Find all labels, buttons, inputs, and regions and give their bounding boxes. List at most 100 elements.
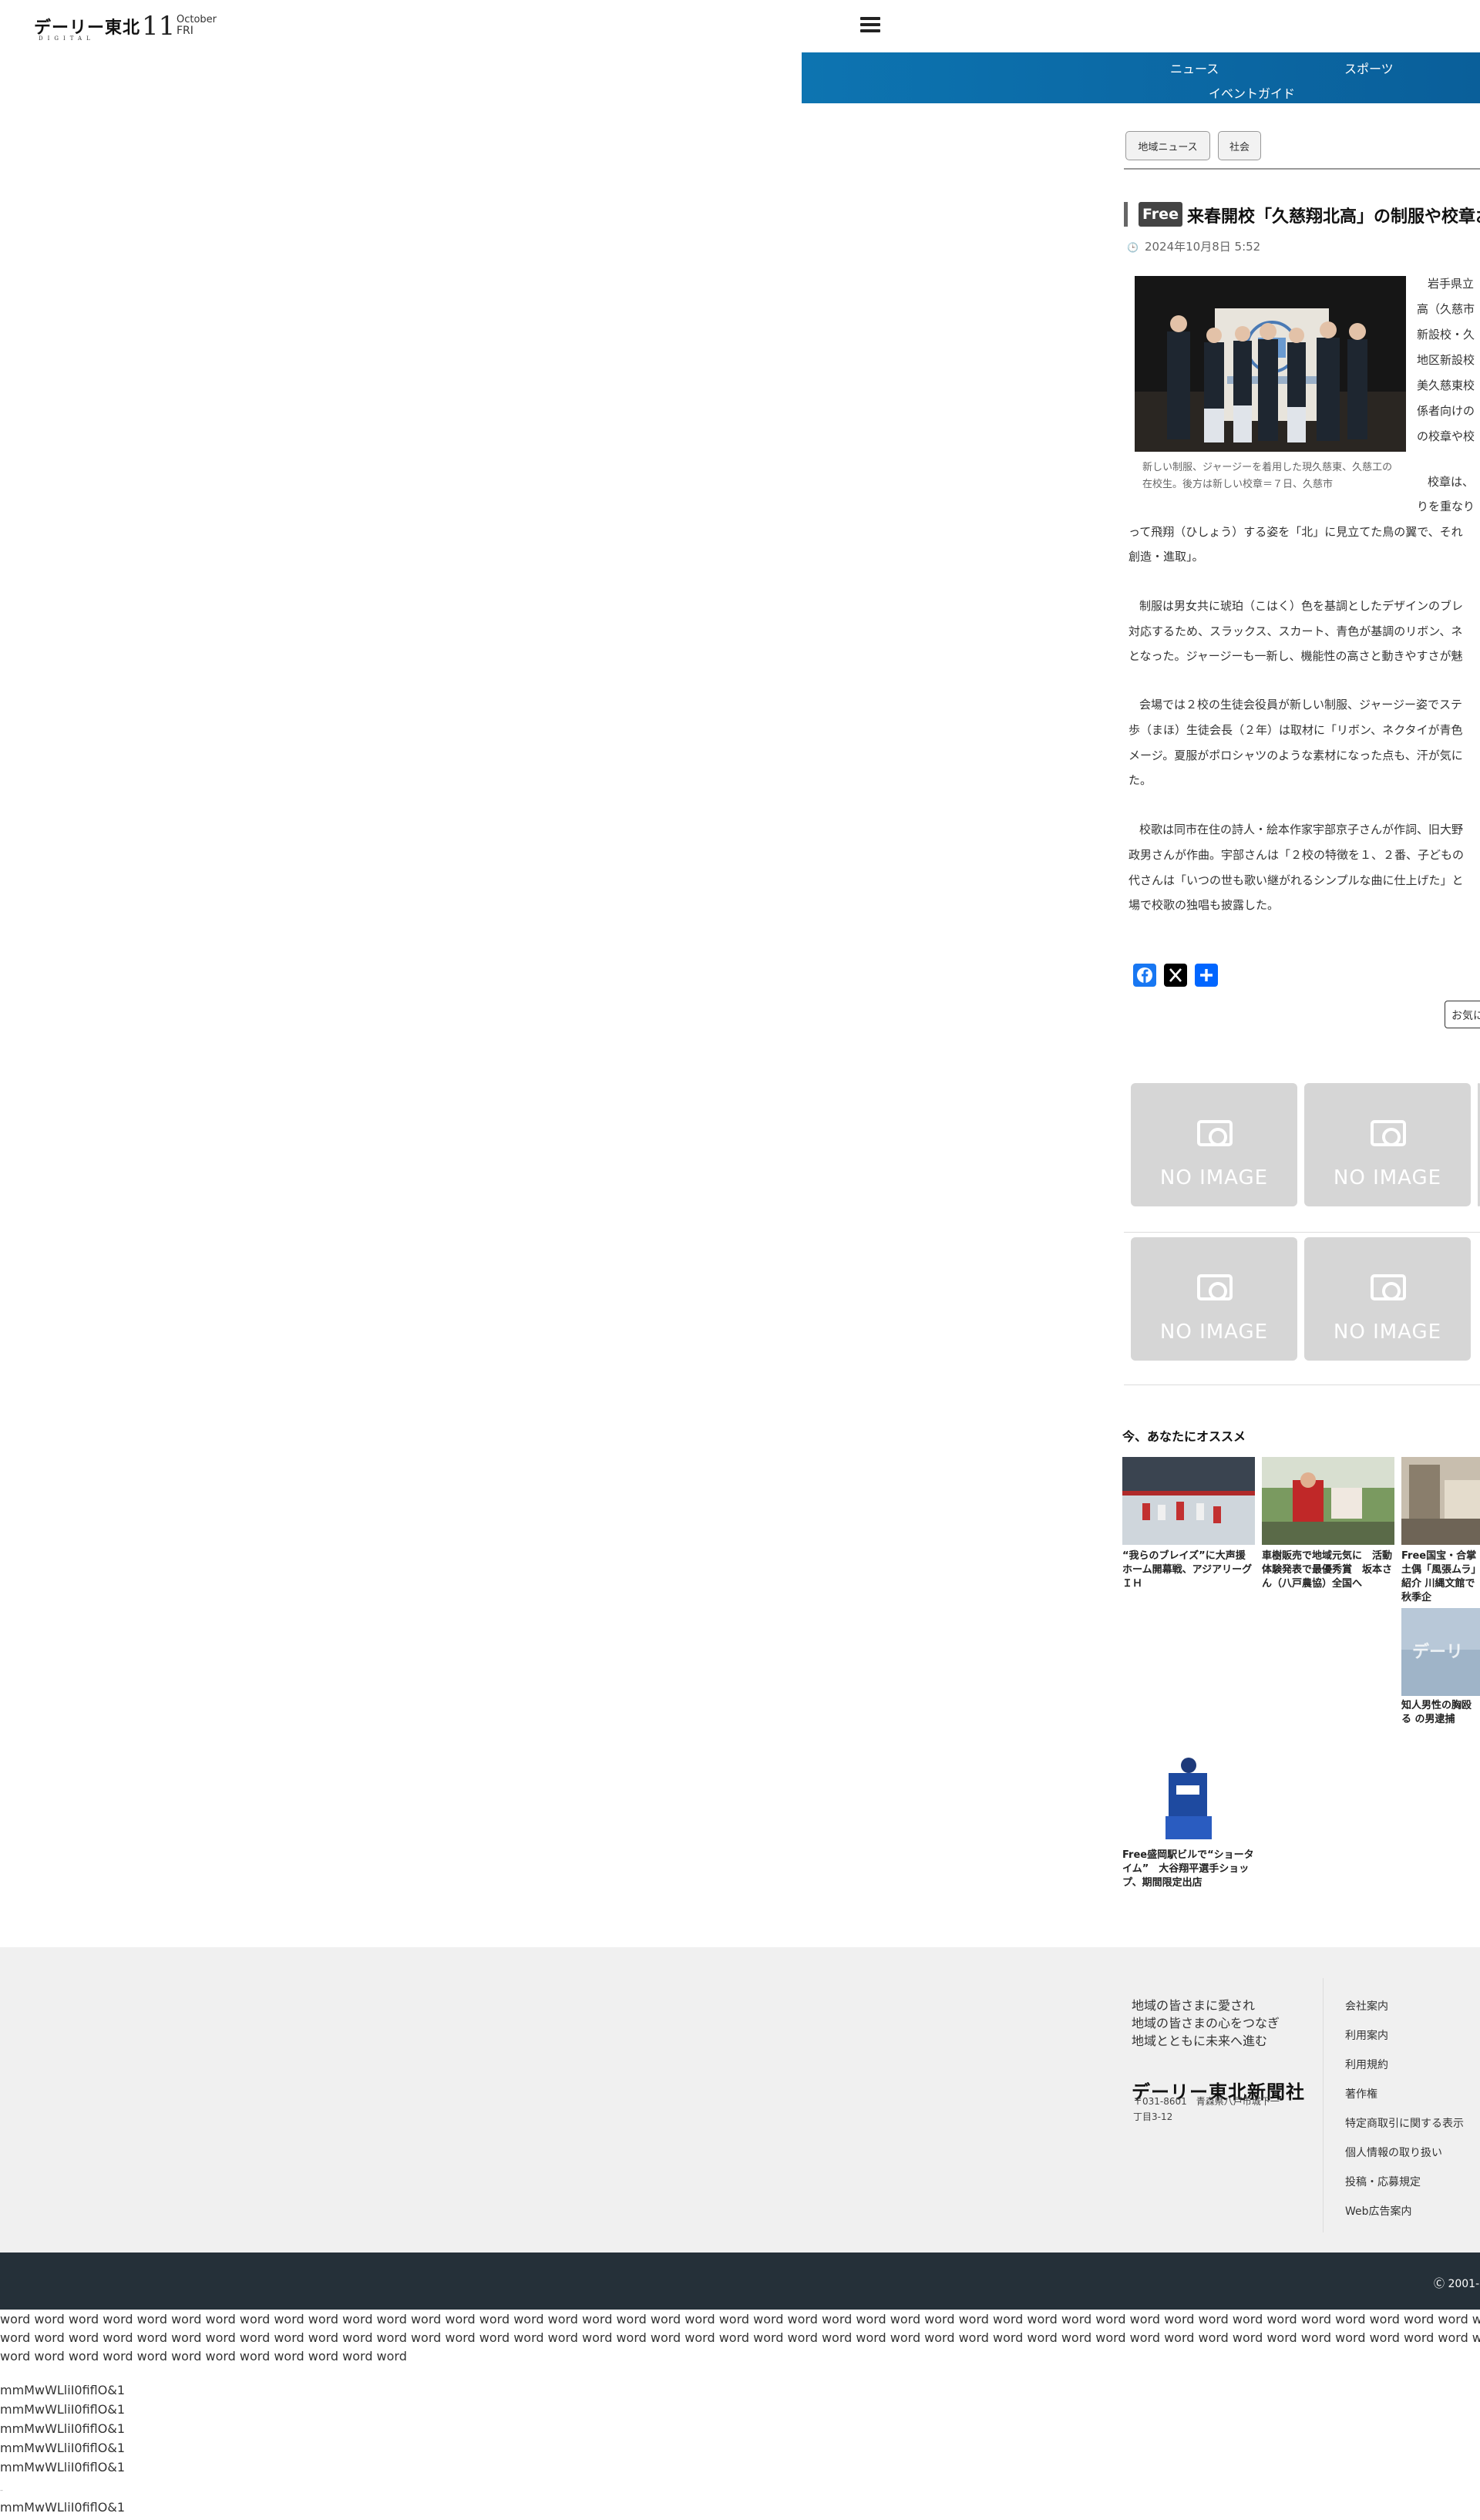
body-line: 対応するため、スラックス、スカート、青色が基調のリボン、ネ	[1128, 624, 1463, 638]
title-accent-bar	[1124, 202, 1128, 227]
body-line: って飛翔（ひしょう）する姿を「北」に見立てた鳥の翼で、それ	[1128, 525, 1463, 539]
small-dash: –	[0, 2487, 3, 2494]
body-line: 岩手県立	[1428, 277, 1475, 291]
nav-item-event-guide[interactable]: イベントガイド	[1209, 83, 1295, 102]
body-line: た。	[1128, 773, 1152, 787]
related-article-card[interactable]: NO IMAGE	[1131, 1083, 1297, 1206]
category-pill-society[interactable]: 社会	[1218, 131, 1261, 160]
body-line: 創造・進取」。	[1128, 550, 1204, 564]
word-line: word word word word word word word word …	[0, 2312, 1480, 2327]
footer-link-privacy[interactable]: 個人情報の取り扱い	[1345, 2145, 1442, 2160]
divider	[1124, 1232, 1480, 1233]
recommend-thumbnail[interactable]	[1401, 1457, 1480, 1545]
glyph-test-line: mmMwWLliI0fiflO&1	[0, 2383, 125, 2397]
no-image-label: NO IMAGE	[1159, 1321, 1269, 1344]
footer-divider	[1323, 1978, 1324, 2232]
body-line: の校章や校	[1417, 429, 1475, 443]
word-line: word word word word word word word word …	[0, 2349, 407, 2364]
body-line: 美久慈東校	[1417, 379, 1475, 392]
recommend-caption[interactable]: “我らのブレイズ”に大声援 ホーム開幕戦、アジアリーグＩＨ	[1122, 1549, 1256, 1591]
body-line: 校章は、	[1428, 475, 1475, 489]
footer-link-guide[interactable]: 利用案内	[1345, 2027, 1388, 2043]
photo-illustration	[1135, 276, 1406, 452]
address-line: 〒031-8601 青森県八戸市城下一	[1133, 2096, 1280, 2107]
related-article-card[interactable]: NO IMAGE	[1304, 1083, 1471, 1206]
body-line: 高（久慈市	[1417, 302, 1475, 316]
footer-tagline: 地域の皆さまの心をつなぎ	[1132, 2016, 1280, 2030]
nav-item-sports[interactable]: スポーツ	[1344, 59, 1394, 77]
recommend-thumbnail[interactable]	[1122, 1457, 1255, 1545]
body-line: りを重なり	[1417, 500, 1475, 513]
footer-link-commerce[interactable]: 特定商取引に関する表示	[1345, 2115, 1464, 2131]
copyright-text: Ⓒ 2001-2	[1434, 2278, 1480, 2290]
body-line: 場で校歌の独唱も披露した。	[1128, 898, 1280, 912]
recommend-thumbnail[interactable]	[1122, 1755, 1255, 1842]
svg-text:デーリ: デーリ	[1412, 1642, 1463, 1662]
body-line: 制服は男女共に琥珀（こはく）色を基調としたデザインのブレ	[1139, 599, 1464, 613]
nav-item-news[interactable]: ニュース	[1170, 59, 1219, 77]
date-weekday: FRI	[177, 25, 193, 37]
favorite-button[interactable]: お気に入り	[1445, 1001, 1480, 1028]
footer-link-submission[interactable]: 投稿・応募規定	[1345, 2174, 1421, 2189]
body-line: 代さんは「いつの世も歌い継がれるシンプルな曲に仕上げた」と	[1128, 873, 1464, 887]
category-pill-local-news[interactable]: 地域ニュース	[1125, 131, 1210, 160]
recommend-caption[interactable]: 知人男性の胸殴る の男逮捕	[1401, 1699, 1480, 1727]
x-icon[interactable]	[1164, 964, 1187, 987]
footer-link-terms[interactable]: 利用規約	[1345, 2057, 1388, 2072]
camera-icon	[1197, 1120, 1233, 1146]
footer-link-copyright[interactable]: 著作権	[1345, 2086, 1377, 2101]
no-image-label: NO IMAGE	[1333, 1321, 1442, 1344]
body-line: 新設校・久	[1417, 328, 1475, 341]
footer-link-company[interactable]: 会社案内	[1345, 1998, 1388, 2014]
divider	[1124, 168, 1480, 170]
related-article-card[interactable]: NO IMAGE	[1131, 1237, 1297, 1361]
body-line: 校歌は同市在住の詩人・絵本作家宇部京子さんが作詞、旧大野	[1139, 823, 1464, 836]
footer-address: 〒031-8601 青森県八戸市城下一 丁目3-12	[1133, 2094, 1280, 2125]
body-line: 地区新設校	[1417, 353, 1475, 367]
camera-icon	[1371, 1274, 1406, 1300]
glyph-test-line: mmMwWLliI0fiflO&1	[0, 2500, 125, 2515]
publish-date: 🕒 2024年10月8日 5:52	[1127, 238, 1260, 254]
article-photo[interactable]	[1135, 276, 1406, 452]
body-line: 政男さんが作曲。宇部さんは「２校の特徴を１、２番、子どもの	[1128, 848, 1465, 862]
date-month: October	[177, 14, 217, 25]
body-line: 会場では２校の生徒会役員が新しい制服、ジャージー姿でステ	[1139, 698, 1462, 712]
photo-caption: 新しい制服、ジャージーを着用した現久慈東、久慈工の在校生。後方は新しい校章＝７日…	[1142, 462, 1393, 490]
article-title: 来春開校「久慈翔北高」の制服や校章お	[1187, 207, 1480, 227]
glyph-test-line: mmMwWLliI0fiflO&1	[0, 2421, 125, 2436]
clock-icon: 🕒	[1127, 242, 1139, 253]
footer-link-ads[interactable]: Web広告案内	[1345, 2203, 1412, 2219]
no-image-label: NO IMAGE	[1159, 1166, 1269, 1189]
date-day: 11	[142, 11, 176, 42]
recommend-caption[interactable]: Free国宝・合掌土偶「風張ムラ」紹介 川縄文館で秋季企	[1401, 1549, 1480, 1605]
site-logo[interactable]: デーリー東北 DIGITAL	[34, 14, 140, 42]
word-filler-text: word word word word word word word word …	[0, 2310, 1480, 2366]
main-nav: ニュース スポーツ イベントガイド	[802, 52, 1480, 103]
hamburger-icon[interactable]	[860, 17, 880, 34]
facebook-icon[interactable]	[1133, 964, 1156, 987]
divider	[1124, 1384, 1480, 1385]
publish-date-text: 2024年10月8日 5:52	[1144, 240, 1261, 254]
site-header: デーリー東北 DIGITAL 11 October FRI	[0, 0, 1480, 52]
recommend-caption[interactable]: 車樹販売で地域元気に 活動体験発表で最優秀賞 坂本さん（八戸農協）全国へ	[1262, 1549, 1394, 1591]
address-line: 丁目3-12	[1133, 2111, 1173, 2122]
glyph-test-line: mmMwWLliI0fiflO&1	[0, 2441, 125, 2455]
body-line: 歩（まほ）生徒会長（２年）は取材に「リボン、ネクタイが青色	[1128, 723, 1463, 737]
word-line: word word word word word word word word …	[0, 2330, 1480, 2345]
body-line: 係者向けの	[1417, 404, 1475, 418]
share-plus-icon[interactable]	[1195, 964, 1218, 987]
glyph-test-line: mmMwWLliI0fiflO&1	[0, 2402, 125, 2417]
logo-subtext: DIGITAL	[39, 35, 95, 42]
body-line: となった。ジャージーも一新し、機能性の高さと動きやすさが魅	[1128, 649, 1463, 663]
recommend-thumbnail[interactable]: デーリ	[1401, 1608, 1480, 1696]
recommend-thumbnail[interactable]	[1262, 1457, 1394, 1545]
related-article-card[interactable]: NO IMAGE	[1304, 1237, 1471, 1361]
no-image-label: NO IMAGE	[1333, 1166, 1442, 1189]
footer-tagline: 地域とともに未来へ進む	[1132, 2034, 1268, 2048]
footer-tagline: 地域の皆さまに愛され	[1132, 1998, 1256, 2013]
copyright-bar	[0, 2253, 1480, 2310]
glyph-test-line: mmMwWLliI0fiflO&1	[0, 2460, 125, 2475]
camera-icon	[1371, 1120, 1406, 1146]
body-line: メージ。夏服がポロシャツのような素材になった点も、汗が気に	[1128, 749, 1463, 762]
recommend-caption[interactable]: Free盛岡駅ビルで“ショータイム” 大谷翔平選手ショップ、期間限定出店	[1122, 1849, 1255, 1890]
